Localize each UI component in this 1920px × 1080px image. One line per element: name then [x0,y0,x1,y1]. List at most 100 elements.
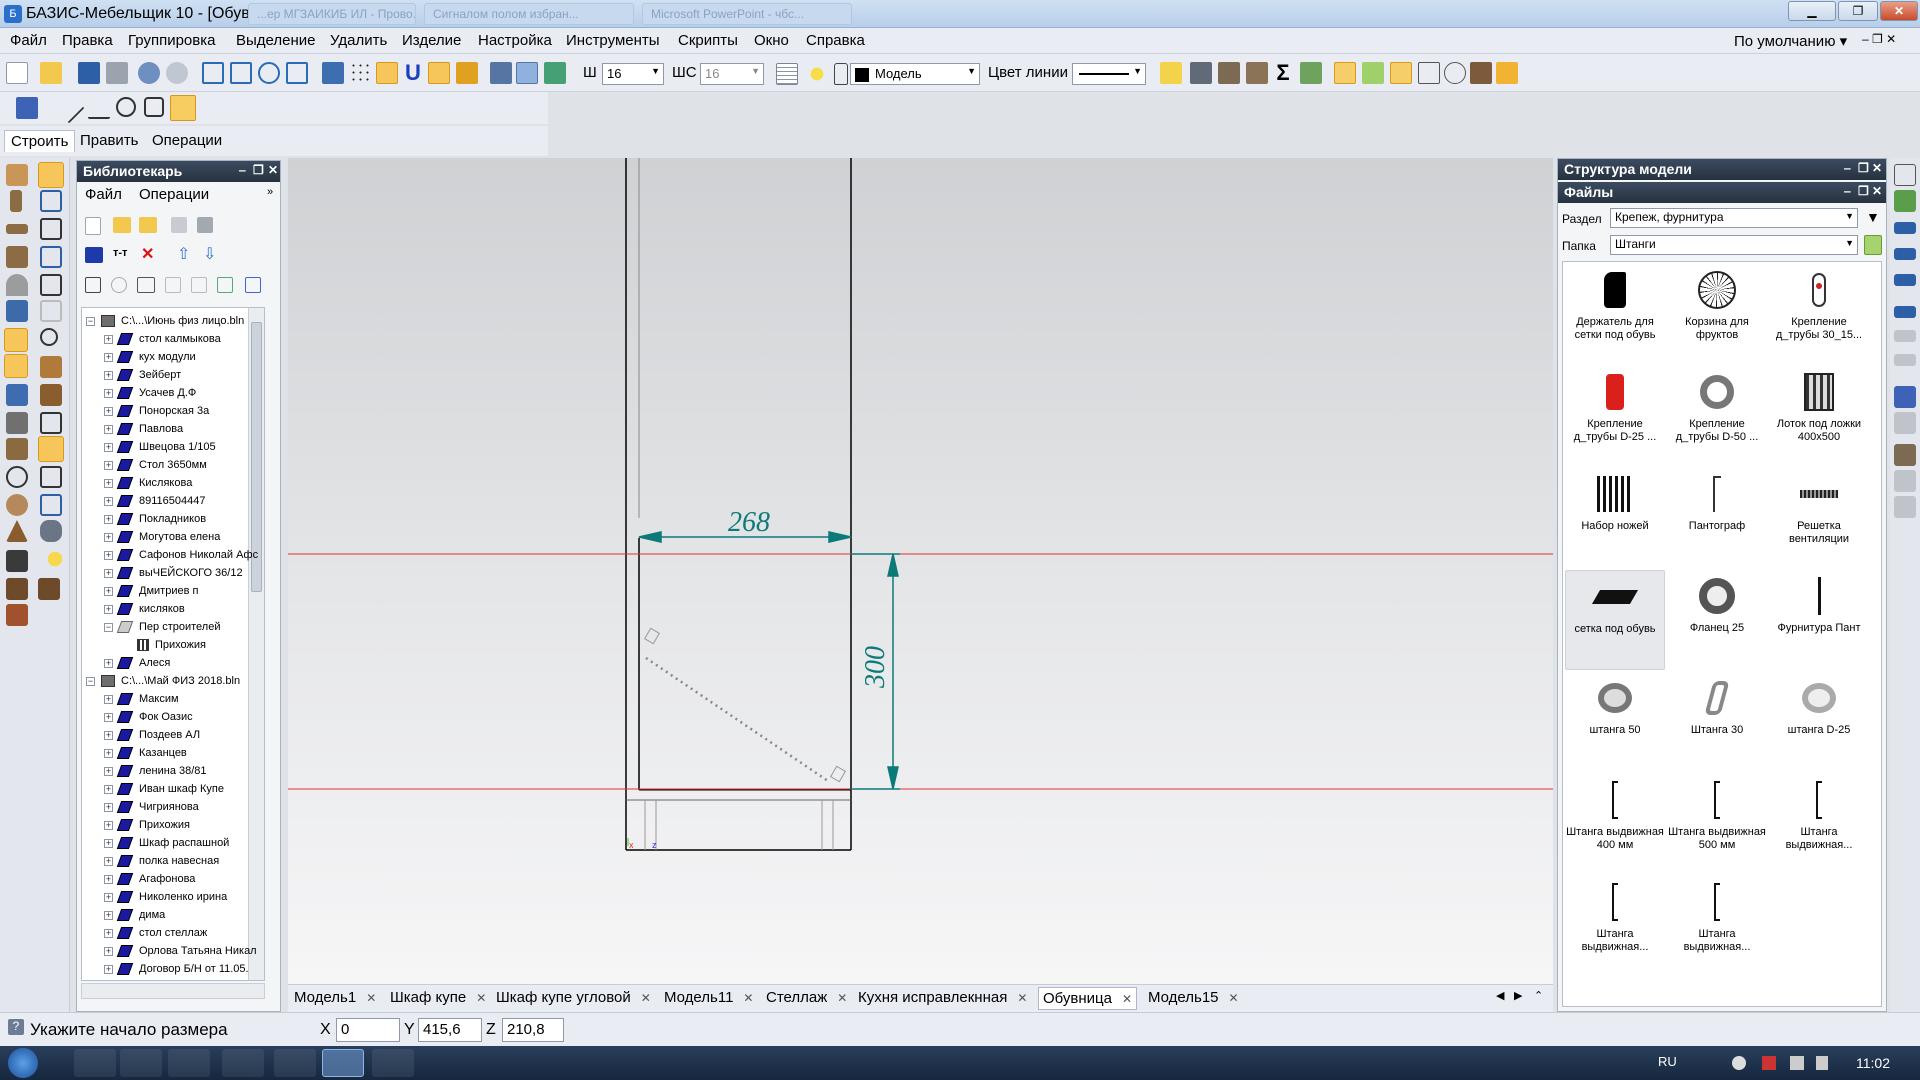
rail-icon[interactable] [1894,306,1916,318]
polygon-tool-icon[interactable] [144,97,164,117]
fastener-icon[interactable] [1246,62,1268,84]
folder-select[interactable]: Штанги ▼ [1610,235,1858,255]
library-tree-row[interactable]: + Шкаф распашной [104,834,229,852]
background-window-tab[interactable]: ...ер МГЗАИКИБ ИЛ - Прово... [248,3,416,25]
move-up-icon[interactable]: ⇧ [177,247,193,263]
expand-icon[interactable]: + [104,928,113,938]
expand-icon[interactable]: + [104,406,113,416]
expand-icon[interactable]: + [104,442,113,452]
expand-icon[interactable]: + [104,424,113,434]
menu-file[interactable]: Файл [10,32,47,49]
library-tree-row[interactable]: + полка навесная [104,852,219,870]
expand-icon[interactable]: + [104,460,113,470]
line-style-select[interactable]: ▼ [1072,63,1146,85]
light-bulb-icon[interactable] [806,63,828,85]
specification-icon[interactable] [1300,62,1322,84]
preview-item-icon[interactable] [245,277,261,293]
rail-disabled-icon[interactable] [1894,354,1916,366]
menu-scripts[interactable]: Скрипты [678,32,738,49]
menu-settings[interactable]: Настройка [478,32,552,49]
properties-panel-icon[interactable] [1894,164,1916,186]
refresh-icon[interactable] [544,62,566,84]
collapse-icon[interactable]: − [86,316,95,326]
start-button-icon[interactable] [8,1048,38,1078]
doc-tab[interactable]: Модель1 ✕ [294,989,376,1006]
panel-close-button[interactable]: ✕ [268,163,278,177]
library-item[interactable]: Крепление д_трубы D-25 ... [1565,366,1665,466]
close-button[interactable]: ✕ [1880,1,1918,21]
tab-list-icon[interactable]: ⌃ [1534,989,1543,1002]
expand-icon[interactable]: + [104,874,113,884]
library-tree-row[interactable]: − C:\...\Май ФИЗ 2018.bln [86,672,240,690]
library-tree-row[interactable]: + Павлова [104,420,183,438]
view-icon[interactable] [286,62,308,84]
library-tree-row[interactable]: + Фок Оазис [104,708,193,726]
thickness-select[interactable]: 16 ▼ [602,63,664,85]
profile-icon[interactable] [6,384,28,406]
line-tool-icon[interactable] [53,92,85,124]
layers-icon[interactable] [490,62,512,84]
panel-close-button[interactable]: ✕ [1872,161,1882,175]
cube-icon[interactable] [40,466,62,488]
x-coordinate-input[interactable]: 0 [336,1018,400,1042]
expand-icon[interactable]: + [104,838,113,848]
zoom-icon[interactable] [258,62,280,84]
panel-horizontal-icon[interactable] [6,164,28,186]
filter-icon[interactable]: ▼ [1866,209,1880,225]
tree-hscrollbar[interactable] [81,983,265,999]
background-window-tab[interactable]: Microsoft PowerPoint - чбс... [642,3,852,25]
library-tree-row[interactable]: + Максим [104,690,179,708]
close-tab-icon[interactable]: ✕ [743,991,753,1005]
grid-box-icon[interactable] [6,604,28,626]
expand-icon[interactable]: + [104,730,113,740]
layer-manager-icon[interactable] [776,63,798,85]
library-tree-row[interactable]: + дима [104,906,165,924]
cabinet-box-icon[interactable] [38,436,64,462]
library-tree-row[interactable]: + Усачев Д.Ф [104,384,196,402]
section-select[interactable]: Крепеж, фурнитура ▼ [1610,208,1858,228]
library-item[interactable]: Штанга выдвижная... [1667,876,1767,976]
yandex-taskbar-icon[interactable] [274,1049,316,1077]
rail-box-icon[interactable] [1894,386,1916,408]
copy-icon[interactable] [165,277,181,293]
horizontal-dim-icon[interactable] [4,354,28,378]
expand-icon[interactable]: + [104,694,113,704]
library-item[interactable]: Пантограф [1667,468,1767,568]
explorer-taskbar-icon[interactable] [120,1049,162,1077]
group-icon[interactable] [38,578,60,600]
zoom-extents-icon[interactable] [202,62,224,84]
library-tree-row[interactable]: + Стол 3650мм [104,456,207,474]
wood-box-icon[interactable] [40,384,62,406]
print-library-icon[interactable] [197,217,213,233]
rotate-icon[interactable] [40,328,58,346]
paste-icon[interactable] [191,277,207,293]
expand-icon[interactable]: + [104,784,113,794]
tab-build[interactable]: Строить [4,130,76,152]
width-dimension-text[interactable]: 268 [728,507,770,538]
circle-tool-icon[interactable] [116,97,136,117]
select-mode-icon[interactable] [516,62,538,84]
magnet-snap-icon[interactable]: U [402,62,424,84]
library-tree-row[interactable]: + Алеся [104,654,170,672]
report-icon[interactable] [1418,62,1440,84]
ortho-icon[interactable] [376,62,398,84]
niche-icon[interactable] [40,412,62,434]
library-item[interactable]: Решетка вентиляции [1769,468,1869,568]
workspace-preset-menu[interactable]: По умолчанию ▾ [1734,32,1847,50]
rail-icon[interactable] [1894,222,1916,234]
doc-tab[interactable]: Стеллаж ✕ [766,989,847,1006]
expand-icon[interactable]: + [104,658,113,668]
rail-icon[interactable] [1894,248,1916,260]
library-item[interactable]: Штанга выдвижная... [1565,876,1665,976]
panel-minimize-button[interactable]: ‒ [1844,184,1851,198]
rename-icon[interactable]: т-т [113,247,131,263]
mdi-controls[interactable]: ‒ ❐ ✕ [1862,32,1896,46]
network-icon[interactable] [1790,1056,1804,1070]
close-tab-icon[interactable]: ✕ [1122,992,1132,1006]
height-dimension-text[interactable]: 300 [860,646,891,689]
library-tree-row[interactable]: + Дмитриев п [104,582,198,600]
library-item[interactable]: Корзина для фруктов [1667,264,1767,364]
box-3d-icon[interactable] [40,190,62,212]
sphere-icon[interactable] [6,494,28,516]
close-tab-icon[interactable]: ✕ [641,991,651,1005]
